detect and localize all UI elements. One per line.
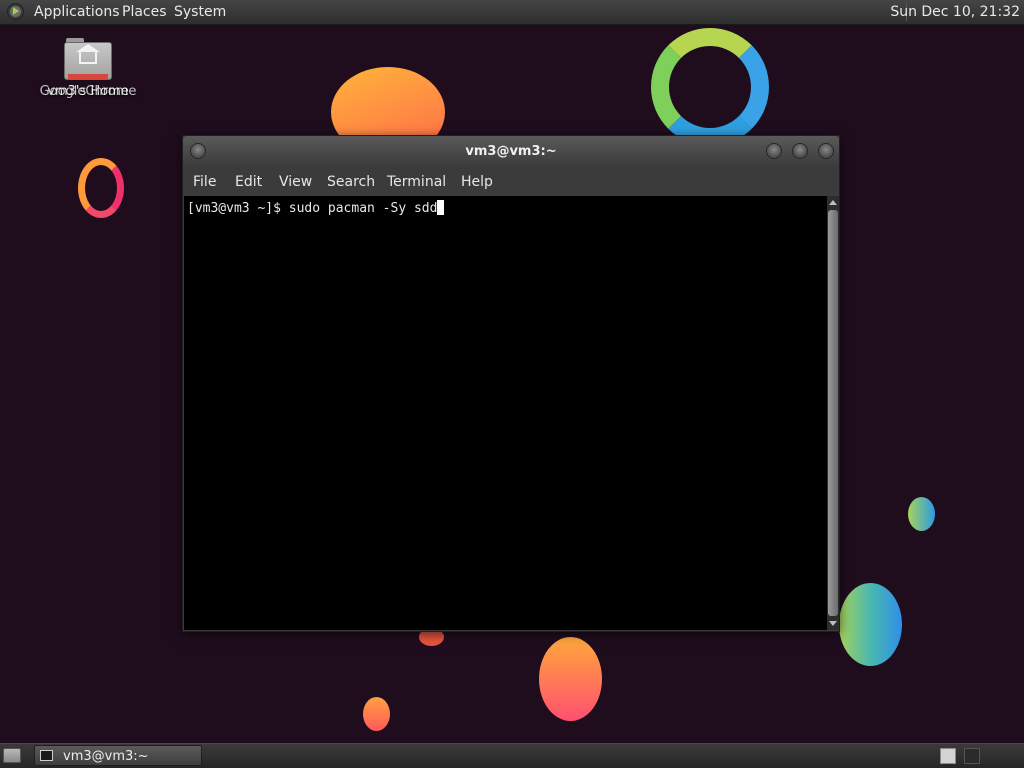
close-icon[interactable] <box>819 144 833 158</box>
terminal-scrollbar[interactable] <box>827 196 839 630</box>
terminal-window: vm3@vm3:~ File Edit View Search Terminal… <box>182 135 840 632</box>
terminal-area[interactable]: [vm3@vm3 ~]$ sudo pacman -Sy sdd <box>184 196 827 630</box>
maximize-icon[interactable] <box>793 144 807 158</box>
mint-logo-icon[interactable] <box>7 3 24 20</box>
menu-view[interactable]: View <box>279 174 312 190</box>
wallpaper-ring-green <box>651 28 769 146</box>
terminal-command: sudo pacman -Sy sdd <box>288 201 438 216</box>
bottom-panel: vm3@vm3:~ <box>0 743 1024 768</box>
menu-places[interactable]: Places <box>122 4 167 20</box>
menu-terminal[interactable]: Terminal <box>387 174 446 190</box>
workspace-2[interactable] <box>964 748 980 764</box>
wallpaper-ball-blue-small <box>908 497 935 531</box>
window-titlebar[interactable]: vm3@vm3:~ <box>183 136 839 166</box>
wallpaper-ring-small <box>78 158 124 218</box>
wallpaper-ball-bottom <box>539 637 602 721</box>
menu-search[interactable]: Search <box>327 174 375 190</box>
top-panel: Applications Places System Sun Dec 10, 2… <box>0 0 1024 25</box>
menu-applications[interactable]: Applications <box>34 4 120 20</box>
terminal-prompt: [vm3@vm3 ~]$ <box>187 201 289 216</box>
home-folder-icon <box>64 36 112 80</box>
desktop-icon-home[interactable]: vm3's Home GoogleChrome <box>36 36 140 98</box>
terminal-cursor <box>437 200 445 215</box>
minimize-icon[interactable] <box>767 144 781 158</box>
terminal-line: [vm3@vm3 ~]$ sudo pacman -Sy sdd <box>187 200 445 216</box>
desktop-icon-label-overlap: GoogleChrome <box>39 84 137 99</box>
menu-help[interactable]: Help <box>461 174 493 190</box>
show-desktop-icon[interactable] <box>3 748 21 763</box>
window-menubar: File Edit View Search Terminal Help <box>183 166 839 196</box>
menu-system[interactable]: System <box>174 4 226 20</box>
workspace-1[interactable] <box>940 748 956 764</box>
menu-edit[interactable]: Edit <box>235 174 262 190</box>
clock[interactable]: Sun Dec 10, 21:32 <box>890 4 1020 20</box>
terminal-icon <box>40 750 53 761</box>
scroll-thumb[interactable] <box>828 210 838 616</box>
window-title: vm3@vm3:~ <box>465 144 557 159</box>
scroll-down-icon[interactable] <box>829 621 837 626</box>
taskbar-button-label: vm3@vm3:~ <box>63 749 149 764</box>
menu-file[interactable]: File <box>193 174 216 190</box>
desktop-icon-label: vm3's Home GoogleChrome <box>36 85 140 98</box>
wallpaper-ball-blue-big <box>839 583 902 666</box>
wallpaper-ball-tiny <box>363 697 390 731</box>
taskbar-button-terminal[interactable]: vm3@vm3:~ <box>34 745 202 766</box>
scroll-up-icon[interactable] <box>829 200 837 205</box>
